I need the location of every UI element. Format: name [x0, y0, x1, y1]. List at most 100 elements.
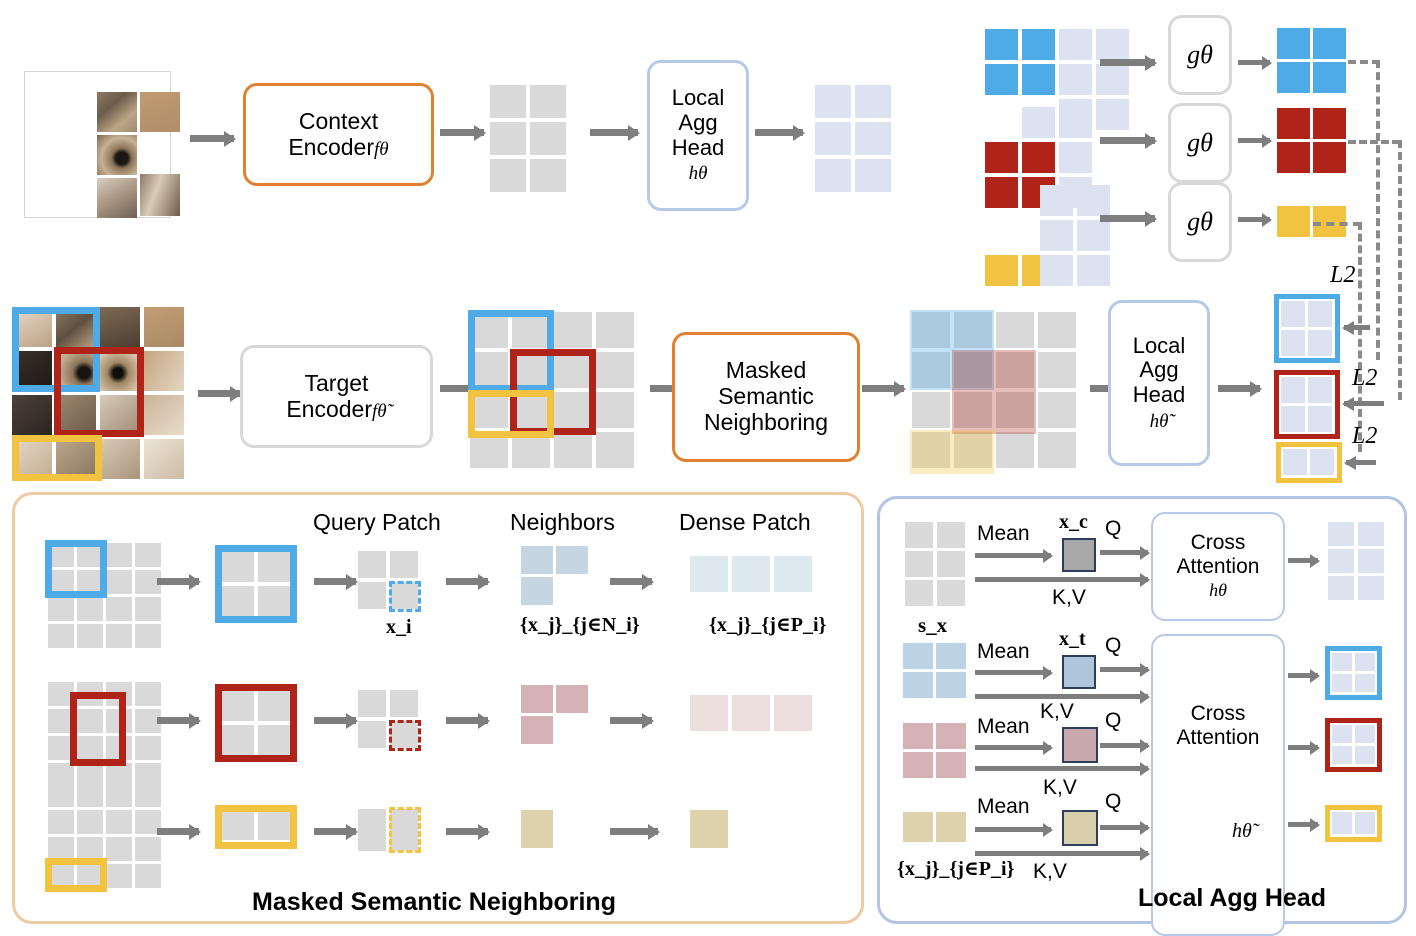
loss-label-3: L2: [1352, 423, 1378, 449]
arrow-mean-1: [975, 553, 1051, 558]
arrow-image-to-context-encoder: [190, 135, 234, 142]
neighbors-label-blue: {x_j}_{j∈N_i}: [520, 614, 640, 636]
output-box-blue: [1274, 294, 1340, 363]
lah1-line2: Agg: [678, 109, 718, 135]
g-theta-box-1: gθ: [1168, 15, 1232, 95]
arrow-msn-blue-4: [610, 578, 652, 585]
g1-label: gθ: [1187, 40, 1213, 70]
image-patch: [97, 135, 137, 175]
arrow-msn-yellow-2: [314, 828, 356, 835]
lah2-line1: Local: [1132, 332, 1186, 358]
ca-bot-line2: Attention: [1176, 725, 1260, 749]
arrow-msn-red-2: [314, 717, 356, 724]
arrow-g3-to-out: [1238, 217, 1270, 222]
image-patch: [144, 307, 184, 347]
target-encoder-sub: fθ̃: [372, 400, 387, 422]
panel-left-title: Masked Semantic Neighboring: [252, 888, 616, 916]
arrow-to-g1: [1100, 59, 1155, 66]
lah2-line2: Agg: [1139, 357, 1179, 383]
kv-label-2: K,V: [1040, 700, 1074, 723]
g3-label: gθ: [1187, 207, 1213, 237]
arrow-lah1-to-output: [755, 129, 803, 136]
lah1-line3: Head: [671, 134, 725, 160]
image-patch: [144, 395, 184, 435]
image-patch: [100, 439, 140, 479]
arrow-mean-4: [975, 827, 1051, 832]
arrow-l2-red: [1344, 401, 1384, 406]
query-cell-highlight-yellow: [389, 807, 421, 853]
context-encoder-line1: Context: [298, 107, 379, 134]
msn-selection-yellow: [45, 858, 107, 892]
mean-label-4: Mean: [977, 795, 1030, 818]
mean-label-1: Mean: [977, 522, 1030, 545]
selection-box-red-row2: [54, 347, 144, 437]
token-box-target: [1062, 655, 1096, 689]
arrow-l2-yellow: [1346, 460, 1376, 465]
msn-patch-box-yellow: [215, 805, 297, 849]
arrow-tokens-to-local-agg-head: [590, 129, 638, 136]
dashed-vert-yellow: [1358, 222, 1362, 452]
image-patch: [144, 439, 184, 479]
dashed-vert-red: [1398, 140, 1402, 400]
query-cell-highlight-blue: [389, 581, 421, 612]
token-box-yellow: [1062, 810, 1098, 846]
msn-selection-red: [70, 692, 126, 766]
panel-right-title: Local Agg Head: [1138, 884, 1326, 912]
arrow-ca-bot-out-yellow: [1288, 822, 1318, 827]
arrow-image-to-target-encoder: [198, 390, 240, 397]
token-label-context: x_c: [1059, 511, 1088, 533]
arrow-msn-red-1: [157, 717, 199, 724]
arrow-to-g2: [1100, 137, 1155, 144]
arrow-to-g3: [1100, 215, 1155, 222]
arrow-q-4: [1100, 825, 1148, 830]
q-label-4: Q: [1105, 790, 1122, 813]
arrow-ca-bot-out-red: [1288, 745, 1318, 750]
ca-top-sub: hθ: [1209, 580, 1227, 601]
loss-label-2: L2: [1352, 365, 1378, 391]
arrow-ca-bot-out-blue: [1288, 673, 1318, 678]
local-agg-head-box-row2: Local Agg Head hθ̃: [1108, 300, 1210, 466]
arrow-g2-to-out: [1238, 138, 1270, 143]
token-box-context: [1062, 538, 1096, 572]
g-theta-box-2: gθ: [1168, 103, 1232, 183]
arrow-mean-2: [975, 670, 1051, 675]
column-header-query-patch: Query Patch: [313, 509, 441, 535]
ca-top-line2: Attention: [1176, 554, 1260, 578]
arrow-msn-yellow-4: [610, 828, 658, 835]
msn-selection-blue: [45, 540, 107, 598]
arrow-mean-3: [975, 745, 1051, 750]
kv-label-4: K,V: [1033, 860, 1067, 883]
dense-label-blue: {x_j}_{j∈P_i}: [709, 614, 827, 636]
arrow-msn-red-4: [610, 717, 652, 724]
image-patch: [100, 307, 140, 347]
output-box-red: [1274, 370, 1340, 439]
arrow-context-encoder-to-tokens: [440, 129, 484, 136]
lah-input-label-bottom: {x_j}_{j∈P_i}: [897, 858, 1015, 880]
arrow-kv-1: [975, 577, 1148, 582]
target-encoder-box: Target Encoderfθ̃: [240, 345, 433, 448]
msn-line3: Neighboring: [703, 408, 829, 435]
image-patch: [140, 135, 180, 171]
lah1-line1: Local: [671, 85, 725, 111]
image-patch: [140, 174, 180, 216]
q-label-3: Q: [1105, 709, 1122, 732]
lah-output-box-red: [1325, 718, 1382, 772]
msn-line1: Masked: [725, 357, 807, 384]
token-box-red: [1062, 727, 1098, 763]
arrow-g1-to-out: [1238, 60, 1270, 65]
arrow-l2-blue: [1344, 325, 1370, 330]
ca-top-line1: Cross: [1190, 531, 1246, 555]
lah1-sub: hθ: [688, 163, 708, 185]
q-label-2: Q: [1105, 634, 1122, 657]
context-encoder-line2: Encoder: [288, 133, 375, 160]
arrow-q-2: [1100, 667, 1148, 672]
g-theta-box-3: gθ: [1168, 182, 1232, 262]
mean-label-3: Mean: [977, 715, 1030, 738]
mean-label-2: Mean: [977, 640, 1030, 663]
lah-output-box-yellow: [1325, 805, 1382, 842]
arrow-msn-blue-3: [446, 578, 488, 585]
arrow-msn-to-neighbor-grid: [862, 385, 904, 392]
dashed-link-yellow: [1313, 222, 1361, 226]
query-cell-highlight-red: [389, 720, 421, 751]
msn-box: Masked Semantic Neighboring: [672, 332, 860, 462]
